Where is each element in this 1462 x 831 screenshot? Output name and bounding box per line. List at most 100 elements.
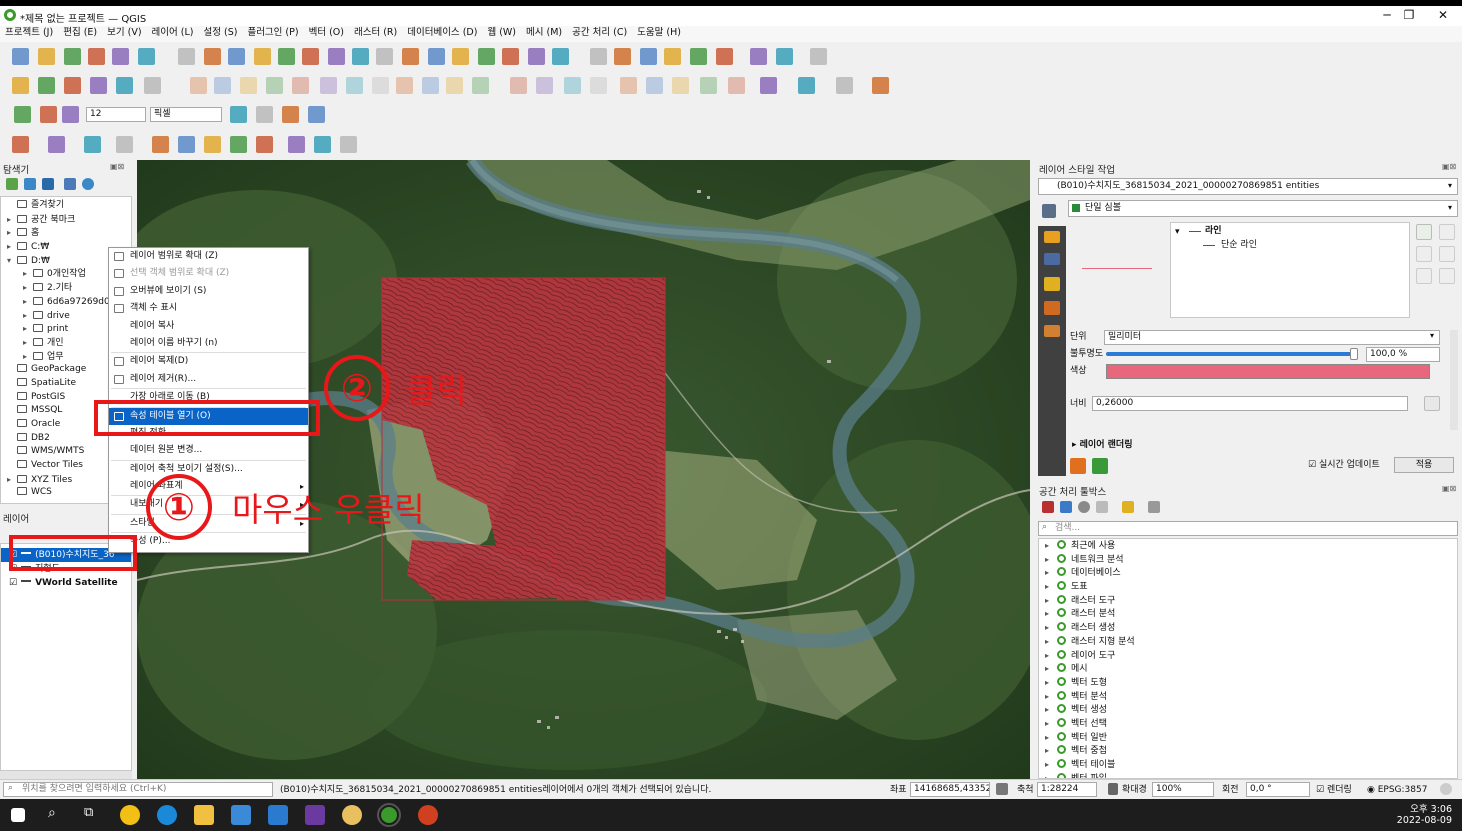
calendar-app-icon[interactable] bbox=[305, 805, 325, 825]
coordinate-input[interactable]: 14168685,4335295 bbox=[910, 782, 990, 797]
add-layer-icon[interactable] bbox=[6, 178, 18, 190]
toggle-extents-icon[interactable] bbox=[996, 783, 1008, 795]
new-map-view-icon[interactable] bbox=[428, 48, 445, 65]
remove-symbol-layer-icon[interactable] bbox=[1416, 246, 1432, 262]
show-bookmarks-icon[interactable] bbox=[502, 48, 519, 65]
identify-icon[interactable] bbox=[590, 48, 607, 65]
styling-float-icon[interactable]: ▣⊠ bbox=[1442, 162, 1456, 171]
context-menu-item[interactable]: 객체 수 표시 bbox=[109, 300, 308, 317]
settings-tool-icon[interactable] bbox=[340, 136, 357, 153]
context-menu-item[interactable]: 레이어 복사 bbox=[109, 318, 308, 335]
db-manager-icon[interactable] bbox=[760, 77, 777, 94]
processing-group[interactable]: ▸ 래스터 분석 bbox=[1039, 607, 1457, 621]
processing-float-icon[interactable]: ▣⊠ bbox=[1442, 484, 1456, 493]
diagrams-tab-icon[interactable] bbox=[1044, 301, 1060, 315]
data-source-manager-icon[interactable] bbox=[12, 77, 29, 94]
new-scratch-layer-icon[interactable] bbox=[90, 77, 107, 94]
globe-icon[interactable] bbox=[288, 136, 305, 153]
help-icon[interactable] bbox=[872, 77, 889, 94]
menu-11[interactable]: 공간 처리 (C) bbox=[567, 26, 632, 40]
processing-group[interactable]: ▸ 벡터 생성 bbox=[1039, 703, 1457, 717]
style-manager-icon[interactable] bbox=[138, 48, 155, 65]
context-menu-item[interactable]: 오버뷰에 보이기 (S) bbox=[109, 283, 308, 300]
maximize-icon[interactable]: ❐ bbox=[1394, 8, 1424, 22]
redo-edit-icon[interactable] bbox=[446, 77, 463, 94]
zoom-full-icon[interactable] bbox=[278, 48, 295, 65]
scale-select[interactable]: 1:28224 bbox=[1037, 782, 1097, 797]
processing-group[interactable]: ▸ 도표 bbox=[1039, 580, 1457, 594]
expand-toggle[interactable]: ▸ bbox=[23, 267, 33, 281]
context-menu-item[interactable]: 데이터 원본 변경... bbox=[109, 442, 308, 459]
mail-icon[interactable] bbox=[268, 805, 288, 825]
open-attribute-table-icon[interactable] bbox=[614, 48, 631, 65]
history-icon[interactable] bbox=[1078, 501, 1090, 513]
map-tips-icon[interactable] bbox=[776, 48, 793, 65]
open-project-icon[interactable] bbox=[38, 48, 55, 65]
text-annotation-icon[interactable] bbox=[810, 48, 827, 65]
callout-icon[interactable] bbox=[700, 77, 717, 94]
locator-input[interactable]: 위치를 찾으려면 입력하세요 (Ctrl+K) bbox=[3, 782, 273, 797]
digitize-icon[interactable] bbox=[266, 77, 283, 94]
messenger-icon[interactable] bbox=[342, 805, 362, 825]
data-defined-override-icon[interactable] bbox=[1424, 396, 1440, 411]
print-layout-icon[interactable] bbox=[112, 48, 129, 65]
expand-toggle[interactable]: ▸ bbox=[23, 309, 33, 323]
store-icon[interactable] bbox=[231, 805, 251, 825]
processing-group[interactable]: ▸ 최근에 사용 bbox=[1039, 539, 1457, 553]
rotation-spinbox[interactable]: 0,0 ° bbox=[1246, 782, 1310, 797]
expand-toggle[interactable]: ▸ bbox=[23, 281, 33, 295]
expand-toggle[interactable]: ▸ bbox=[23, 295, 33, 309]
processing-group[interactable]: ▸ 래스터 생성 bbox=[1039, 621, 1457, 635]
size-spinbox[interactable]: 12 bbox=[86, 107, 146, 122]
processing-search-input[interactable]: 검색... bbox=[1038, 521, 1458, 536]
expand-toggle[interactable]: ▸ bbox=[1045, 731, 1055, 745]
expand-toggle[interactable]: ▸ bbox=[1045, 566, 1055, 580]
color-button[interactable] bbox=[1106, 364, 1430, 379]
menu-2[interactable]: 보기 (V) bbox=[102, 26, 146, 40]
expand-toggle[interactable]: ▸ bbox=[1045, 744, 1055, 758]
reshape-icon[interactable] bbox=[308, 106, 325, 123]
browser-item[interactable]: ▸ 공간 북마크 bbox=[1, 213, 131, 227]
expand-toggle[interactable]: ▸ bbox=[7, 473, 17, 487]
3d-view-tab-icon[interactable] bbox=[1044, 277, 1060, 291]
menu-3[interactable]: 레이어 (L) bbox=[147, 26, 199, 40]
processing-group[interactable]: ▸ 벡터 테이블 bbox=[1039, 758, 1457, 772]
text-format-icon[interactable] bbox=[728, 77, 745, 94]
zoom-in-icon[interactable] bbox=[228, 48, 245, 65]
context-menu-item[interactable]: 레이어 이름 바꾸기 (n) bbox=[109, 335, 308, 352]
opacity-spinbox[interactable]: 100,0 % bbox=[1366, 347, 1440, 362]
toggle-editing-icon[interactable] bbox=[214, 77, 231, 94]
menu-10[interactable]: 메시 (M) bbox=[521, 26, 567, 40]
layer-select[interactable]: (B010)수치지도_36815034_2021_00000270869851 … bbox=[1038, 178, 1458, 195]
layer-visibility-checkbox[interactable]: ☑ bbox=[9, 578, 17, 588]
history-tab-icon[interactable] bbox=[1044, 325, 1060, 337]
info-icon[interactable] bbox=[82, 178, 94, 190]
new-3d-view-icon[interactable] bbox=[452, 48, 469, 65]
add-vector-icon[interactable] bbox=[144, 77, 161, 94]
lock-icon[interactable] bbox=[1439, 268, 1455, 284]
layers-scrollbar[interactable] bbox=[0, 771, 132, 779]
identify-feature-icon[interactable] bbox=[204, 136, 221, 153]
cut-icon[interactable] bbox=[346, 77, 363, 94]
symbol-root-label[interactable]: 라인 bbox=[1205, 224, 1222, 238]
expand-toggle[interactable]: ▸ bbox=[1045, 635, 1055, 649]
current-edits-icon[interactable] bbox=[190, 77, 207, 94]
expand-toggle[interactable]: ▸ bbox=[1045, 703, 1055, 717]
undo-icon[interactable] bbox=[1070, 458, 1086, 474]
menu-5[interactable]: 플러그인 (P) bbox=[242, 26, 303, 40]
expand-toggle[interactable]: ▸ bbox=[1045, 649, 1055, 663]
label-change-icon[interactable] bbox=[620, 77, 637, 94]
browser-item[interactable]: ▸ 홈 bbox=[1, 226, 131, 240]
processing-group[interactable]: ▸ 데이터베이스 bbox=[1039, 566, 1457, 580]
apply-button[interactable]: 적용 bbox=[1394, 457, 1454, 473]
add-vector-feature-icon[interactable] bbox=[152, 136, 169, 153]
render-checkbox[interactable]: ☑ 렌더링 bbox=[1316, 783, 1352, 797]
copy-icon[interactable] bbox=[372, 77, 389, 94]
snap-vertex-icon[interactable] bbox=[40, 106, 57, 123]
masks-tab-icon[interactable] bbox=[1044, 253, 1060, 265]
expand-toggle[interactable]: ▸ bbox=[1045, 621, 1055, 635]
expand-toggle[interactable]: ▸ bbox=[1045, 717, 1055, 731]
geometry-checker-icon[interactable] bbox=[314, 136, 331, 153]
sum-icon[interactable] bbox=[690, 48, 707, 65]
pan-to-selection-icon[interactable] bbox=[204, 48, 221, 65]
